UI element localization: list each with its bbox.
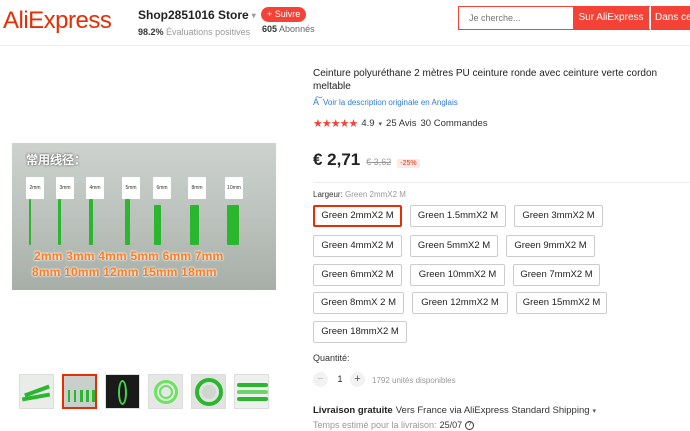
- price-row: € 2,71 € 3,62 -25%: [313, 150, 420, 170]
- size-tag: 8mm: [188, 177, 206, 199]
- size-tag: 3mm: [56, 177, 74, 199]
- quantity-label: Quantité:: [313, 353, 350, 363]
- option-selected-text: Green 2mmX2 M: [345, 190, 406, 199]
- option-green-18mm[interactable]: Green 18mmX2 M: [313, 321, 407, 343]
- shipping-free: Livraison gratuite: [313, 405, 393, 416]
- option-green-4mm[interactable]: Green 4mmX2 M: [313, 235, 402, 257]
- size-tag: 4mm: [86, 177, 104, 199]
- thumbnail[interactable]: [148, 374, 183, 409]
- option-label-text: Largeur:: [313, 190, 343, 199]
- store-info: Shop2851016 Store ▾ 98.2% Évaluations po…: [138, 8, 256, 37]
- rating-value[interactable]: 4.9: [361, 118, 374, 129]
- option-green-3mm[interactable]: Green 3mmX2 M: [514, 205, 603, 227]
- subscribers: 605 Abonnés: [262, 24, 315, 34]
- follow-button[interactable]: + Suivre: [261, 7, 307, 22]
- store-name-label[interactable]: Shop2851016 Store: [138, 8, 249, 22]
- option-green-5mm[interactable]: Green 5mmX2 M: [410, 235, 498, 257]
- search-bar: Sur AliExpress Dans ce: [458, 6, 690, 30]
- belt-sample: [58, 199, 61, 245]
- quantity-available: 1792 unités disponibles: [372, 376, 456, 385]
- reviews-count[interactable]: 25 Avis: [386, 118, 416, 129]
- search-input[interactable]: [459, 7, 572, 29]
- product-page: AliExpress Shop2851016 Store ▾ 98.2% Éva…: [0, 0, 690, 431]
- option-green-8mm[interactable]: Green 8mmX 2 M: [313, 292, 404, 314]
- subscribers-label: Abonnés: [279, 24, 315, 34]
- image-heading: 常用线径：: [26, 153, 87, 167]
- belt-sample: [89, 199, 93, 245]
- size-line-1: 2mm 3mm 4mm 5mm 6mm 7mm: [34, 249, 224, 263]
- thumbnail[interactable]: [191, 374, 226, 409]
- option-green-12mm[interactable]: Green 12mmX2 M: [412, 292, 508, 314]
- belt-sample: [227, 205, 239, 245]
- quantity-value[interactable]: 1: [333, 374, 347, 384]
- orders-count: 30 Commandes: [420, 118, 488, 129]
- translate-icon: A͠: [313, 97, 320, 107]
- search-aliexpress-button[interactable]: Sur AliExpress: [573, 6, 649, 30]
- store-rating-value: 98.2%: [138, 27, 164, 37]
- translate-link[interactable]: A͠ Voir la description originale en Angl…: [313, 97, 458, 107]
- current-price: € 2,71: [313, 150, 361, 169]
- thumbnail[interactable]: [19, 374, 54, 409]
- header: AliExpress Shop2851016 Store ▾ 98.2% Éva…: [0, 0, 690, 46]
- option-green-10mm[interactable]: Green 10mmX2 M: [410, 264, 505, 286]
- divider: [313, 182, 690, 183]
- store-rating: 98.2% Évaluations positives: [138, 27, 256, 37]
- eta-label: Temps estimé pour la livraison:: [313, 420, 437, 430]
- product-title: Ceinture polyuréthane 2 mètres PU ceintu…: [313, 68, 658, 92]
- quantity-decrease-button[interactable]: −: [313, 372, 328, 387]
- option-green-7mm[interactable]: Green 7mmX2 M: [513, 264, 600, 286]
- search-store-button[interactable]: Dans ce: [650, 6, 690, 30]
- store-name[interactable]: Shop2851016 Store ▾: [138, 8, 256, 22]
- option-green-1-5mm[interactable]: Green 1.5mmX2 M: [410, 205, 506, 227]
- option-green-2mm[interactable]: Green 2mmX2 M: [313, 205, 402, 227]
- size-tag: 5mm: [122, 177, 140, 199]
- thumbnail-strip: [19, 374, 269, 409]
- thumbnail[interactable]: [234, 374, 269, 409]
- quantity-increase-button[interactable]: +: [350, 372, 365, 387]
- chevron-down-icon[interactable]: ▾: [593, 407, 597, 415]
- thumbnail[interactable]: [105, 374, 140, 409]
- option-green-15mm[interactable]: Green 15mmX2 M: [516, 292, 607, 314]
- main-product-image[interactable]: 常用线径： 2mm 3mm 4mm 5mm 6mm 8mm 10mm 2mm 3…: [12, 143, 276, 290]
- belt-sample: [154, 205, 161, 245]
- chevron-down-icon[interactable]: ▾: [252, 11, 256, 20]
- store-rating-label: Évaluations positives: [166, 27, 251, 37]
- shipping-info[interactable]: Livraison gratuite Vers France via AliEx…: [313, 405, 596, 416]
- aliexpress-logo[interactable]: AliExpress: [3, 7, 112, 35]
- belt-sample: [125, 199, 130, 245]
- subscribers-count: 605: [262, 24, 278, 34]
- thumbnail-selected[interactable]: [62, 374, 97, 409]
- belt-sample: [190, 205, 199, 245]
- size-line-2: 8mm 10mm 12mm 15mm 18mm: [32, 265, 217, 279]
- size-tag: 10mm: [225, 177, 243, 199]
- option-green-6mm[interactable]: Green 6mmX2 M: [313, 264, 402, 286]
- original-price: € 3,62: [366, 157, 392, 167]
- size-tag: 6mm: [153, 177, 171, 199]
- delivery-estimate: Temps estimé pour la livraison: 25/07 ?: [313, 420, 475, 430]
- option-label: Largeur: Green 2mmX2 M: [313, 190, 406, 199]
- size-tag: 2mm: [26, 177, 44, 199]
- discount-badge: -25%: [397, 159, 420, 168]
- eta-date: 25/07: [439, 420, 463, 430]
- chevron-down-icon[interactable]: ▾: [379, 120, 383, 128]
- belt-sample: [29, 199, 31, 245]
- shipping-detail[interactable]: Vers France via AliExpress Standard Ship…: [396, 405, 590, 416]
- option-green-9mm[interactable]: Green 9mmX2 M: [506, 235, 595, 257]
- rating-row: ★★★★★ 4.9 ▾ 25 Avis 30 Commandes: [313, 117, 488, 130]
- translate-label[interactable]: Voir la description originale en Anglais: [323, 98, 458, 107]
- star-rating-icon: ★★★★★: [313, 118, 358, 130]
- help-icon[interactable]: ?: [465, 420, 475, 430]
